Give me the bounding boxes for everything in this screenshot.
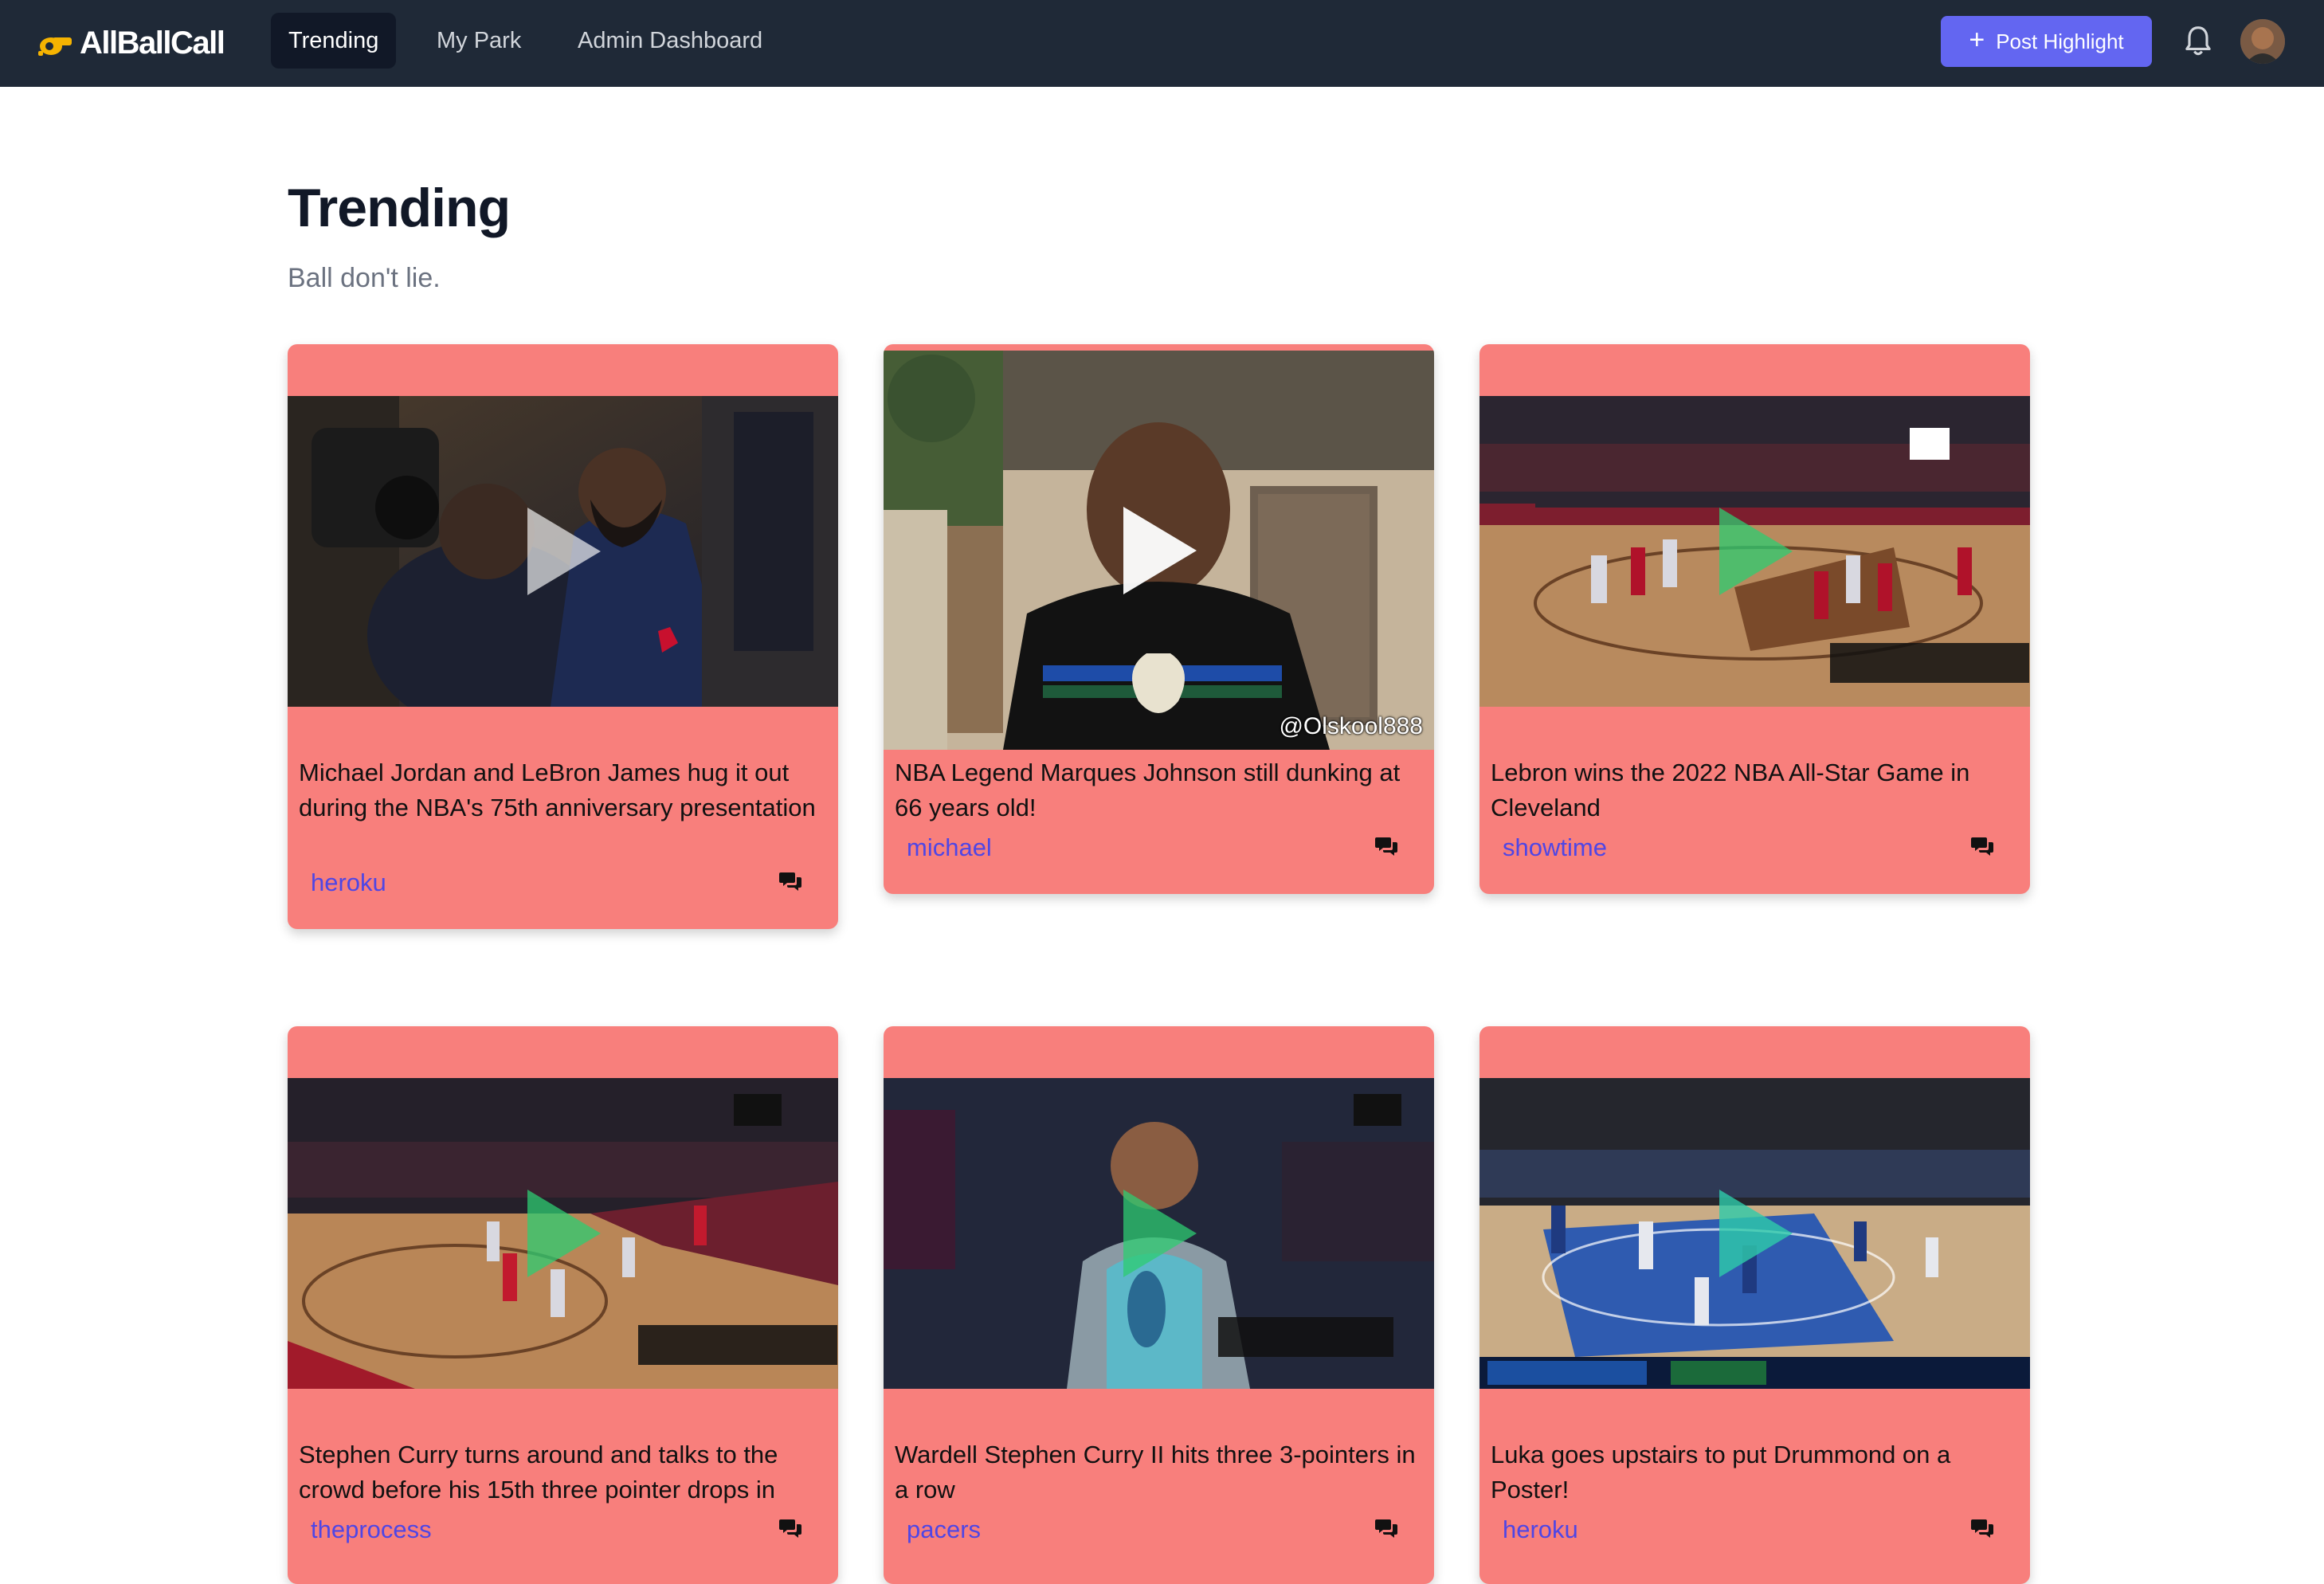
comments-icon[interactable] [779, 870, 803, 892]
video-thumbnail[interactable] [1479, 1078, 2030, 1389]
card-username[interactable]: michael [907, 833, 992, 862]
nav-link-label: My Park [437, 27, 522, 53]
plus-icon: + [1969, 25, 1985, 55]
bell-icon[interactable] [2183, 24, 2213, 59]
whistle-icon [38, 37, 72, 56]
page-title: Trending [288, 178, 511, 238]
nav-link-label: Admin Dashboard [578, 27, 763, 53]
card-username[interactable]: pacers [907, 1515, 981, 1544]
video-thumbnail[interactable] [288, 396, 838, 707]
play-icon[interactable] [1715, 505, 1795, 598]
card-title[interactable]: NBA Legend Marques Johnson still dunking… [895, 755, 1421, 825]
page-subtitle: Ball don't lie. [288, 263, 441, 293]
video-thumbnail[interactable] [884, 1078, 1434, 1389]
highlight-card[interactable]: Luka goes upstairs to put Drummond on a … [1479, 1026, 2030, 1584]
post-highlight-label: Post Highlight [1996, 29, 2124, 53]
comments-icon[interactable] [779, 1517, 803, 1539]
card-username[interactable]: theprocess [311, 1515, 432, 1544]
nav-link-my-park[interactable]: My Park [419, 13, 539, 69]
comments-icon[interactable] [1971, 1517, 1995, 1539]
play-icon[interactable] [523, 1187, 603, 1280]
nav-link-label: Trending [288, 27, 379, 53]
nav-link-admin-dashboard[interactable]: Admin Dashboard [560, 13, 780, 69]
card-title[interactable]: Wardell Stephen Curry II hits three 3-po… [895, 1437, 1421, 1508]
card-username[interactable]: heroku [1503, 1515, 1578, 1544]
video-thumbnail[interactable]: @Olskool888 [884, 351, 1434, 750]
card-title[interactable]: Michael Jordan and LeBron James hug it o… [299, 755, 825, 825]
video-watermark: @Olskool888 [1279, 713, 1423, 739]
app-logo[interactable]: AllBallCall [35, 21, 225, 65]
post-highlight-button[interactable]: + Post Highlight [1941, 16, 2152, 67]
nav-link-trending[interactable]: Trending [271, 13, 397, 69]
play-icon[interactable] [523, 505, 603, 598]
highlight-card[interactable]: Stephen Curry turns around and talks to … [288, 1026, 838, 1584]
top-nav: AllBallCall Trending My Park Admin Dashb… [0, 0, 2324, 87]
highlight-card[interactable]: @Olskool888 NBA Legend Marques Johnson s… [884, 344, 1434, 894]
avatar-image [2240, 19, 2285, 64]
card-username[interactable]: showtime [1503, 833, 1607, 862]
comments-icon[interactable] [1375, 835, 1399, 857]
card-username[interactable]: heroku [311, 868, 386, 897]
play-icon[interactable] [1715, 1187, 1795, 1280]
highlight-card[interactable]: Wardell Stephen Curry II hits three 3-po… [884, 1026, 1434, 1584]
card-title[interactable]: Lebron wins the 2022 NBA All-Star Game i… [1491, 755, 2016, 825]
comments-icon[interactable] [1375, 1517, 1399, 1539]
app-logo-text: AllBallCall [80, 25, 225, 61]
video-thumbnail[interactable] [288, 1078, 838, 1389]
comments-icon[interactable] [1971, 835, 1995, 857]
play-icon[interactable] [1119, 504, 1199, 597]
video-thumbnail[interactable] [1479, 396, 2030, 707]
user-avatar[interactable] [2240, 19, 2285, 64]
highlight-card[interactable]: Lebron wins the 2022 NBA All-Star Game i… [1479, 344, 2030, 894]
highlight-card[interactable]: Michael Jordan and LeBron James hug it o… [288, 344, 838, 929]
card-title[interactable]: Stephen Curry turns around and talks to … [299, 1437, 825, 1508]
card-title[interactable]: Luka goes upstairs to put Drummond on a … [1491, 1437, 2016, 1508]
play-icon[interactable] [1119, 1187, 1199, 1280]
